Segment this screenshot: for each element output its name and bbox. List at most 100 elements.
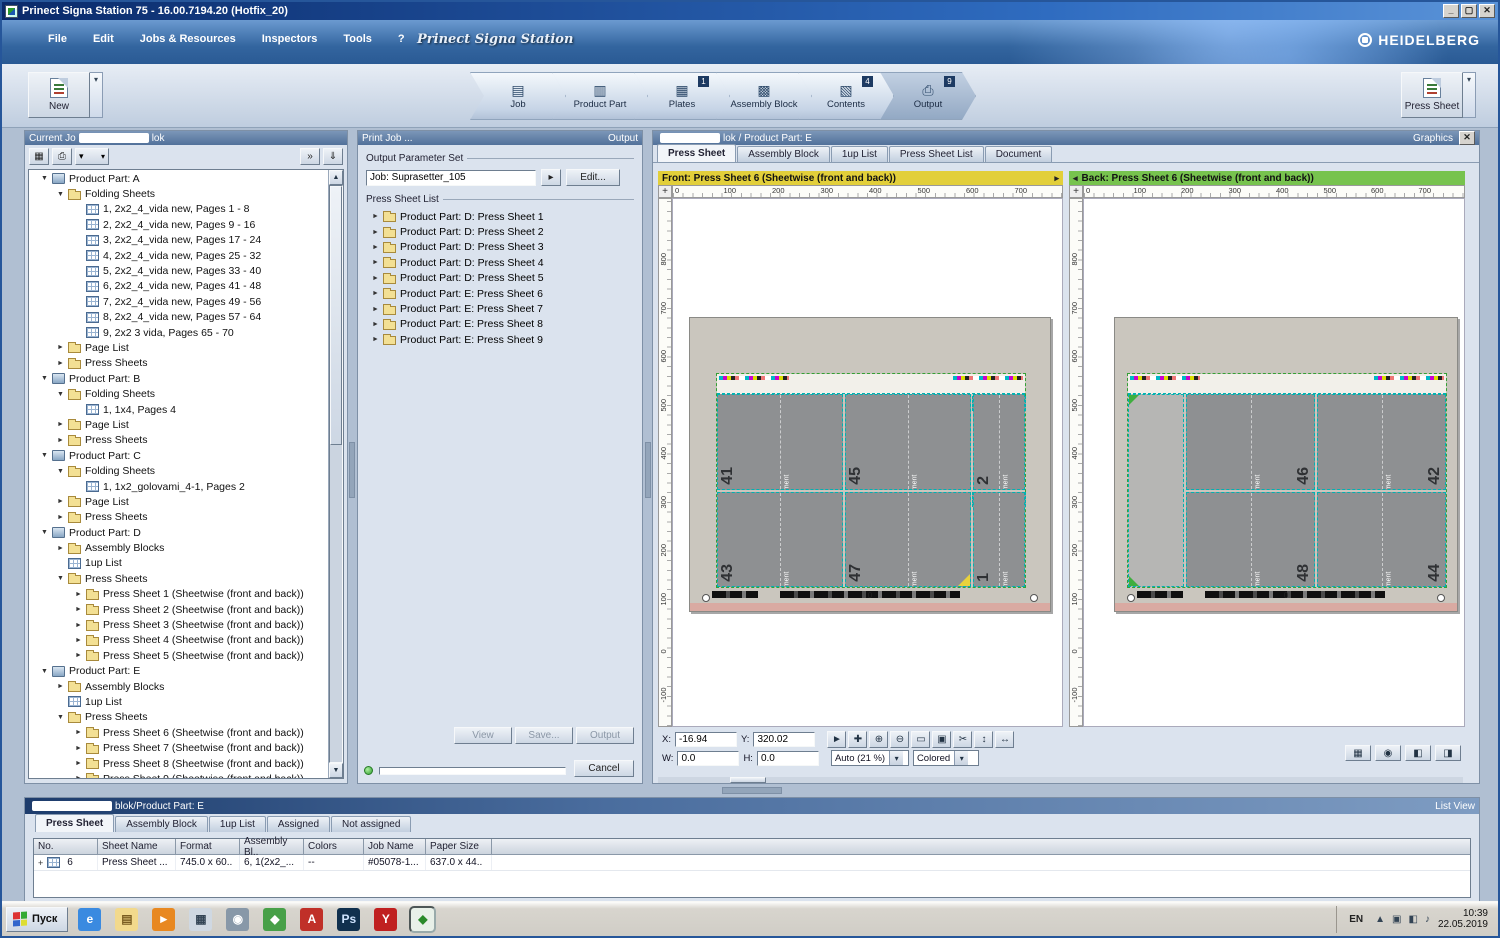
tree-expander-icon[interactable] [57,714,67,721]
tree-item[interactable]: 1up List [29,694,328,709]
list-expander-icon[interactable] [372,321,382,328]
tree-expander-icon[interactable] [57,191,67,198]
table-row[interactable]: + 6 Press Sheet ... 745.0 x 60.. 6, 1(2x… [34,855,1470,871]
tree-item[interactable]: Press Sheets [29,571,328,586]
tree-expander-icon[interactable] [41,375,51,382]
tree-item[interactable]: Product Part: C [29,448,328,463]
tree-item[interactable]: 4, 2x2_4_vida new, Pages 25 - 32 [29,248,328,263]
tree-expander-icon[interactable] [75,591,85,598]
page-cell[interactable]: 45 No Page Assignment [845,394,971,490]
tree-sort-button[interactable]: ⇓ [323,147,343,165]
tree-expander-icon[interactable] [57,391,67,398]
press-sheet-list-item[interactable]: Product Part: D: Press Sheet 4 [362,255,642,270]
cancel-button[interactable]: Cancel [574,760,634,777]
window-control-button[interactable]: ✕ [1479,4,1495,18]
tree-item[interactable]: 2, 2x2_4_vida new, Pages 9 - 16 [29,217,328,232]
view-tool-button[interactable]: ↕ [974,731,994,748]
list-view-tab[interactable]: Not assigned [331,816,412,832]
column-assembly[interactable]: Assembly Bl.. [240,836,304,858]
scroll-down-icon[interactable]: ▼ [329,763,343,778]
view-tool-button[interactable]: ▣ [932,731,952,748]
press-sheet-list-item[interactable]: Product Part: E: Press Sheet 8 [362,317,642,332]
tree-item[interactable]: Press Sheet 3 (Sheetwise (front and back… [29,617,328,632]
tree-expander-icon[interactable] [75,622,85,629]
sheet-view-tool-button[interactable]: ◉ [1375,745,1401,761]
panel-splitter-2[interactable] [645,442,651,498]
graphics-hscrollbar[interactable] [658,777,1463,783]
tree-sort-button[interactable]: » [300,147,320,165]
sheet-view-tool-button[interactable]: ◧ [1405,745,1431,761]
output-parameter-set-field[interactable] [366,169,536,186]
list-expander-icon[interactable] [372,275,382,282]
page-cell[interactable]: 43 No Page Assignment [717,491,843,587]
tree-item[interactable]: Page List [29,340,328,355]
tree-item[interactable]: Press Sheet 5 (Sheetwise (front and back… [29,648,328,663]
ruler-origin-button-back[interactable]: + [1069,185,1083,198]
press-sheet-list-item[interactable]: Product Part: D: Press Sheet 1 [362,209,642,224]
workflow-step[interactable]: ▥ Product Part [552,72,648,120]
tree-scrollbar[interactable]: ▲ ▼ [328,170,343,778]
back-canvas[interactable]: 46 No Page Assignment 42 No Page Assignm… [1083,198,1465,727]
quick-launch-icon[interactable]: ◆ [263,907,287,931]
tree-item[interactable]: Folding Sheets [29,186,328,201]
browse-parameter-set-button[interactable] [541,169,561,186]
list-view-tab[interactable]: 1up List [208,816,266,832]
width-field[interactable] [677,750,740,766]
column-job-name[interactable]: Job Name [364,839,426,855]
view-tool-button[interactable]: ✚ [848,731,868,748]
save-button[interactable]: Save... [515,727,573,744]
quick-launch-icon[interactable]: ▦ [189,907,213,931]
graphics-tab[interactable]: Assembly Block [737,146,830,162]
view-button[interactable]: View [454,727,512,744]
x-coordinate-field[interactable] [674,732,737,747]
quick-launch-icon[interactable]: Y [374,907,398,931]
tree-expander-icon[interactable] [57,498,67,505]
press-sheet-list-item[interactable]: Product Part: E: Press Sheet 6 [362,286,642,301]
close-graphics-icon[interactable] [1459,131,1475,145]
page-cell[interactable]: 42 No Page Assignment [1317,394,1446,490]
front-canvas[interactable]: No Page As... No Page As... 41 No Page A… [672,198,1063,727]
workflow-step[interactable]: 4 ▧ Contents [798,72,894,120]
workflow-step[interactable]: 1 ▦ Plates [634,72,730,120]
page-cell[interactable]: 2 No Page Assignment [973,394,1025,490]
tree-expander-icon[interactable] [41,175,51,182]
press-sheet-list-item[interactable]: Product Part: E: Press Sheet 7 [362,301,642,316]
next-sheet-arrow-icon[interactable] [1054,173,1059,184]
column-colors[interactable]: Colors [304,839,364,855]
tree-expander-icon[interactable] [57,545,67,552]
tree-expander-icon[interactable] [75,729,85,736]
workflow-step[interactable]: ▩ Assembly Block [716,72,812,120]
tree-expander-icon[interactable] [75,606,85,613]
tree-item[interactable]: 1, 1x2_golovami_4-1, Pages 2 [29,479,328,494]
press-sheet-dropdown-arrow[interactable] [1463,72,1476,118]
tree-expander-icon[interactable] [57,421,67,428]
tree-item[interactable]: Assembly Blocks [29,679,328,694]
tree-item[interactable]: Product Part: D [29,525,328,540]
quick-launch-icon[interactable]: ◆ [409,905,437,933]
tree-tool-button[interactable]: ⎙ [52,147,72,165]
height-field[interactable] [756,750,819,766]
tree-expander-icon[interactable] [75,637,85,644]
tree-item[interactable]: 3, 2x2_4_vida new, Pages 17 - 24 [29,233,328,248]
front-press-sheet[interactable]: No Page As... No Page As... 41 No Page A… [689,317,1051,612]
column-format[interactable]: Format [176,839,240,855]
list-view-tab[interactable]: Assigned [266,816,331,832]
tree-expander-icon[interactable] [57,683,67,690]
tree-item[interactable]: Press Sheet 4 (Sheetwise (front and back… [29,633,328,648]
language-indicator[interactable]: EN [1345,912,1367,927]
tree-expander-icon[interactable] [57,514,67,521]
menu-item[interactable]: File [38,30,77,48]
tree-item[interactable]: 6, 2x2_4_vida new, Pages 41 - 48 [29,279,328,294]
tray-icon[interactable]: ▲ [1375,914,1385,925]
tree-item[interactable]: Press Sheet 6 (Sheetwise (front and back… [29,725,328,740]
tree-item[interactable]: Press Sheet 9 (Sheetwise (front and back… [29,771,328,778]
scroll-up-icon[interactable]: ▲ [329,170,343,185]
menu-item[interactable]: Inspectors [252,30,328,48]
tree-item[interactable]: Page List [29,494,328,509]
filter-dropdown[interactable]: ▾ [75,147,109,165]
tree-item[interactable]: Press Sheets [29,710,328,725]
view-tool-button[interactable]: ⊕ [869,731,889,748]
workflow-step[interactable]: ▤ Job [470,72,566,120]
list-expander-icon[interactable] [372,290,382,297]
scrollbar-thumb[interactable] [330,186,342,446]
